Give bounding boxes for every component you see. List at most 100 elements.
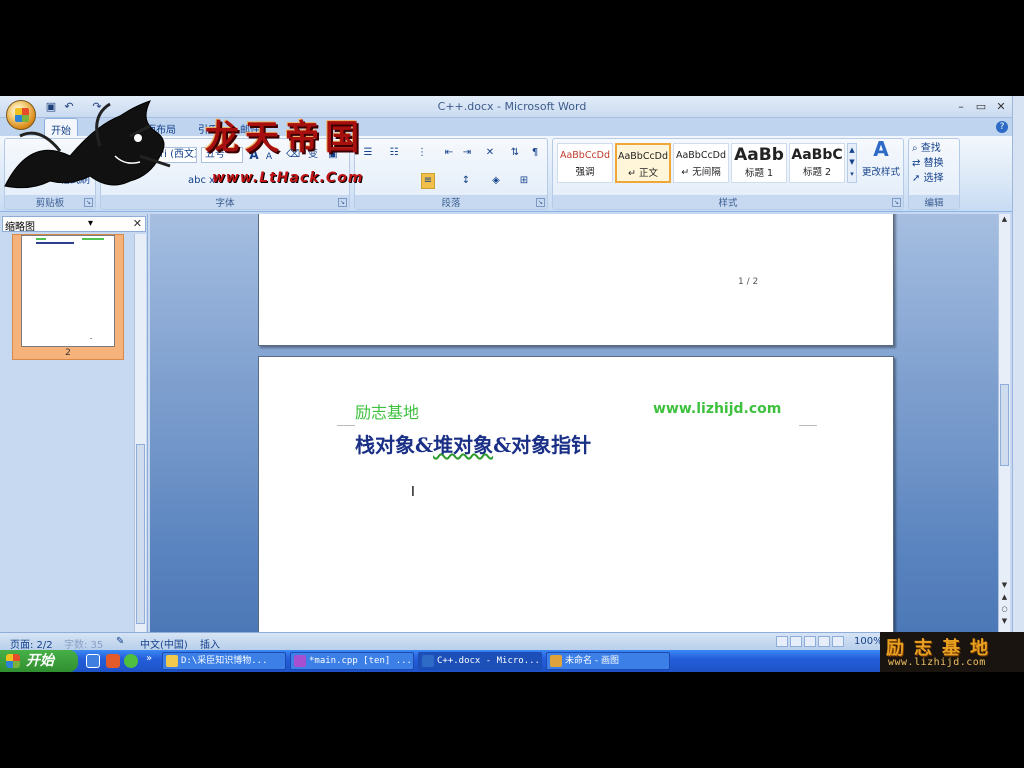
- bullets-icon[interactable]: ☰: [359, 145, 377, 161]
- bold-icon[interactable]: B: [101, 173, 117, 189]
- clipboard-launcher-icon[interactable]: ↘: [84, 198, 93, 207]
- style-no-spacing[interactable]: AaBbCcDd ↵ 无间隔: [673, 143, 729, 183]
- clipboard-group-label: 剪贴板: [5, 195, 95, 209]
- scroll-down-icon[interactable]: ▼: [999, 580, 1010, 590]
- thumbnail-close-icon[interactable]: ✕: [133, 217, 142, 230]
- thumbnail-view-select[interactable]: 缩略图 ▾: [5, 218, 93, 233]
- tab-references[interactable]: 引用: [198, 121, 218, 136]
- page-thumbnail[interactable]: 2: [12, 234, 124, 360]
- full-screen-reading-icon[interactable]: [790, 636, 802, 647]
- window-title: C++.docx - Microsoft Word: [437, 100, 587, 113]
- font-launcher-icon[interactable]: ↘: [338, 198, 347, 207]
- paragraph-launcher-icon[interactable]: ↘: [536, 198, 545, 207]
- tab-home[interactable]: 开始: [44, 118, 78, 137]
- heading-part-spellcheck: 堆对象: [433, 433, 494, 457]
- office-button[interactable]: [6, 100, 36, 130]
- style-name: ↵ 无间隔: [681, 167, 721, 178]
- change-styles-button[interactable]: 更改样式: [859, 165, 903, 181]
- document-page-2[interactable]: 励志基地 www.lizhijd.com 栈对象&堆对象&对象指针 I: [258, 356, 894, 632]
- multilevel-list-icon[interactable]: ⋮: [413, 145, 431, 161]
- task-label: 未命名 - 画图: [565, 656, 619, 666]
- styles-scroll-icon[interactable]: ▲ ▼ ▾: [847, 143, 857, 183]
- sort-icon[interactable]: ⇅: [507, 145, 523, 161]
- find-button[interactable]: ⌕ 查找: [911, 141, 959, 157]
- format-painter-button[interactable]: 格式刷: [57, 173, 93, 189]
- styles-launcher-icon[interactable]: ↘: [892, 198, 901, 207]
- editing-group-label: 编辑: [909, 195, 959, 209]
- change-styles-icon[interactable]: A: [861, 139, 901, 161]
- paragraph-group: ☰ ☷ ⋮ ⇤ ⇥ ✕ ⇅ ¶ ≡ ↕ ◈ ⊞ 段落 ↘: [354, 138, 548, 210]
- media-icon[interactable]: [106, 654, 120, 668]
- status-language[interactable]: 中文(中国): [140, 636, 188, 651]
- replace-button[interactable]: ⇄ 替换: [911, 156, 959, 172]
- grow-font-button[interactable]: A: [247, 147, 261, 163]
- browse-object-icon[interactable]: ○: [999, 604, 1010, 614]
- quicklaunch-more-icon[interactable]: »: [146, 653, 152, 664]
- status-insert-mode[interactable]: 插入: [200, 636, 220, 651]
- thumbnail-view-label: 缩略图: [5, 222, 35, 233]
- document-page-1[interactable]: 1 / 2: [258, 214, 894, 346]
- justify-icon[interactable]: ≡: [421, 173, 435, 189]
- decrease-indent-icon[interactable]: ⇤: [441, 145, 457, 161]
- borders-icon[interactable]: ⊞: [513, 173, 535, 189]
- maximize-button[interactable]: ▭: [972, 99, 990, 114]
- start-button[interactable]: 开始: [0, 650, 78, 672]
- increase-indent-icon[interactable]: ⇥: [459, 145, 475, 161]
- clear-format-icon[interactable]: ⌫: [285, 147, 301, 163]
- draft-view-icon[interactable]: [832, 636, 844, 647]
- shading-icon[interactable]: ◈: [485, 173, 507, 189]
- taskbar-item-active[interactable]: C++.docx - Micro...: [418, 652, 542, 670]
- thumbnail-scrollbar[interactable]: [134, 234, 146, 632]
- window-edge: [1012, 96, 1024, 672]
- status-page[interactable]: 页面: 2/2: [10, 636, 53, 651]
- ie-icon[interactable]: [86, 654, 100, 668]
- font-name-box[interactable]: Calibri (西文正文): [131, 147, 197, 163]
- chinese-layout-icon[interactable]: ✕: [479, 145, 501, 161]
- thumbnail-pane: 缩略图 ▾ ✕ 2: [0, 214, 148, 632]
- char-border-icon[interactable]: ▣: [325, 147, 341, 163]
- task-label: C++.docx - Micro...: [437, 656, 540, 666]
- thumbnail-scroll-thumb[interactable]: [136, 444, 145, 624]
- next-page-icon[interactable]: ▼: [999, 616, 1010, 626]
- document-heading[interactable]: 栈对象&堆对象&对象指针: [355, 429, 591, 458]
- scroll-up-icon[interactable]: ▲: [999, 214, 1010, 224]
- status-zoom[interactable]: 100%: [854, 636, 883, 647]
- taskbar-item[interactable]: *main.cpp [ten] ...: [290, 652, 414, 670]
- watermark-url: www.lizhijd.com: [888, 657, 986, 668]
- tab-page-layout[interactable]: 页面布局: [136, 121, 176, 136]
- qq-icon[interactable]: [124, 654, 138, 668]
- proofing-icon[interactable]: ✎: [116, 636, 124, 647]
- subscript-icon[interactable]: x₂: [207, 173, 221, 189]
- status-word-count[interactable]: 字数: 35: [64, 636, 103, 651]
- web-layout-icon[interactable]: [804, 636, 816, 647]
- select-button[interactable]: ➚ 选择: [911, 171, 959, 187]
- tab-mailings[interactable]: 邮件: [240, 121, 260, 136]
- phonetic-guide-icon[interactable]: 变: [305, 147, 321, 163]
- line-spacing-icon[interactable]: ↕: [455, 173, 477, 189]
- vertical-scroll-thumb[interactable]: [1000, 384, 1009, 466]
- taskbar-item[interactable]: D:\采臣知识博物...: [162, 652, 286, 670]
- thumbnail-header: 缩略图 ▾ ✕: [2, 216, 146, 233]
- taskbar-item[interactable]: 未命名 - 画图: [546, 652, 670, 670]
- minimize-button[interactable]: –: [952, 99, 970, 114]
- outline-view-icon[interactable]: [818, 636, 830, 647]
- paint-icon: [550, 655, 562, 667]
- watermark: 励志基地 www.lizhijd.com: [880, 632, 1024, 672]
- start-label: 开始: [26, 653, 54, 669]
- font-size-box[interactable]: 五号: [201, 147, 243, 163]
- prev-page-icon[interactable]: ▲: [999, 592, 1010, 602]
- print-layout-icon[interactable]: [776, 636, 788, 647]
- help-icon[interactable]: ?: [996, 121, 1008, 133]
- clipboard-group: 格式刷 剪贴板 ↘: [4, 138, 96, 210]
- close-button[interactable]: ✕: [992, 99, 1010, 114]
- show-marks-icon[interactable]: ¶: [527, 145, 543, 161]
- shrink-font-button[interactable]: A: [263, 149, 275, 165]
- style-heading-2[interactable]: AaBbC 标题 2: [789, 143, 845, 183]
- style-emphasis[interactable]: AaBbCcDd 强调: [557, 143, 613, 183]
- style-heading-1[interactable]: AaBb 标题 1: [731, 143, 787, 183]
- style-normal[interactable]: AaBbCcDd ↵ 正文: [615, 143, 671, 183]
- numbering-icon[interactable]: ☷: [385, 145, 403, 161]
- vertical-scrollbar[interactable]: ▲ ▼ ▲ ○ ▼: [998, 214, 1010, 632]
- document-area[interactable]: 1 / 2 励志基地 www.lizhijd.com 栈对象&堆对象&对象指针 …: [150, 214, 998, 632]
- strikethrough-icon[interactable]: abc: [187, 173, 206, 189]
